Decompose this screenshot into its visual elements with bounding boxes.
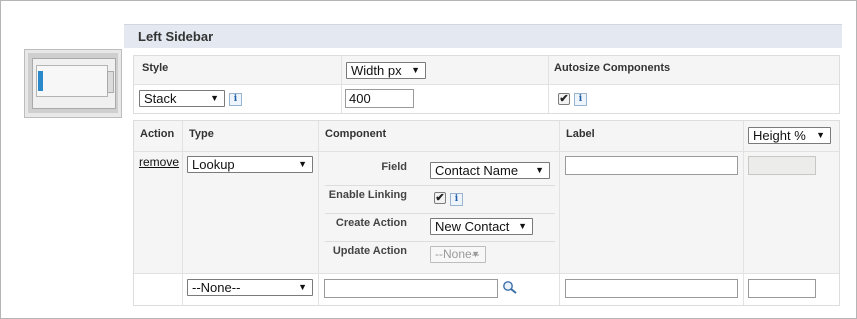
section-title: Left Sidebar: [138, 29, 214, 44]
height-unit-select[interactable]: Height % ▼: [748, 127, 831, 144]
section-header: Left Sidebar: [124, 24, 842, 48]
info-icon[interactable]: i: [450, 193, 463, 206]
chevron-down-icon: ▼: [298, 282, 307, 292]
style-value: Stack: [144, 91, 177, 106]
component-input[interactable]: [324, 279, 498, 298]
layout-thumbnail: [24, 49, 122, 118]
field-label: Field: [381, 161, 407, 173]
update-action-label: Update Action: [332, 245, 407, 257]
chevron-down-icon: ▼: [816, 130, 825, 140]
label-header: Label: [566, 128, 595, 140]
component-header: Component: [325, 128, 387, 140]
create-action-select[interactable]: New Contact ▼: [430, 218, 533, 235]
width-input[interactable]: 400: [345, 89, 414, 108]
label-input[interactable]: [565, 156, 738, 175]
style-select[interactable]: Stack ▼: [139, 90, 225, 107]
new-height-input[interactable]: [748, 279, 816, 298]
chevron-down-icon: ▼: [210, 93, 219, 103]
chevron-down-icon: ▼: [298, 159, 307, 169]
autosize-checkbox[interactable]: ✔: [558, 93, 570, 105]
info-icon[interactable]: i: [229, 93, 242, 106]
new-type-value: --None--: [192, 280, 241, 295]
action-header: Action: [140, 128, 175, 140]
new-label-input[interactable]: [565, 279, 738, 298]
create-action-value: New Contact: [435, 219, 510, 234]
chevron-down-icon: ▼: [518, 221, 527, 231]
components-table: Action Type Component Label Height % ▼ r…: [133, 120, 840, 306]
info-icon[interactable]: i: [574, 93, 587, 106]
height-unit-value: Height %: [753, 128, 806, 143]
layout-settings-panel: Style Width px ▼ Autosize Components Sta…: [133, 55, 840, 114]
width-unit-value: Width px: [351, 63, 402, 78]
autosize-header: Autosize Components: [554, 62, 671, 74]
update-action-select[interactable]: --None-- ▼: [430, 246, 486, 263]
create-action-label: Create Action: [335, 217, 407, 229]
chevron-down-icon: ▼: [535, 165, 544, 175]
chevron-down-icon: ▼: [471, 249, 480, 259]
chevron-down-icon: ▼: [411, 65, 420, 75]
height-input[interactable]: [748, 156, 816, 175]
lookup-icon[interactable]: [502, 280, 518, 294]
type-header: Type: [189, 128, 214, 140]
enable-linking-label: Enable Linking: [328, 189, 407, 201]
field-select[interactable]: Contact Name ▼: [430, 162, 550, 179]
remove-link[interactable]: remove: [139, 155, 179, 169]
sidebar-highlight: [38, 71, 43, 91]
enable-linking-checkbox[interactable]: ✔: [434, 192, 446, 204]
style-header: Style: [142, 62, 169, 74]
new-type-select[interactable]: --None-- ▼: [187, 279, 313, 296]
type-select[interactable]: Lookup ▼: [187, 156, 313, 173]
type-value: Lookup: [192, 157, 235, 172]
width-unit-select[interactable]: Width px ▼: [346, 62, 426, 79]
field-value: Contact Name: [435, 163, 519, 178]
